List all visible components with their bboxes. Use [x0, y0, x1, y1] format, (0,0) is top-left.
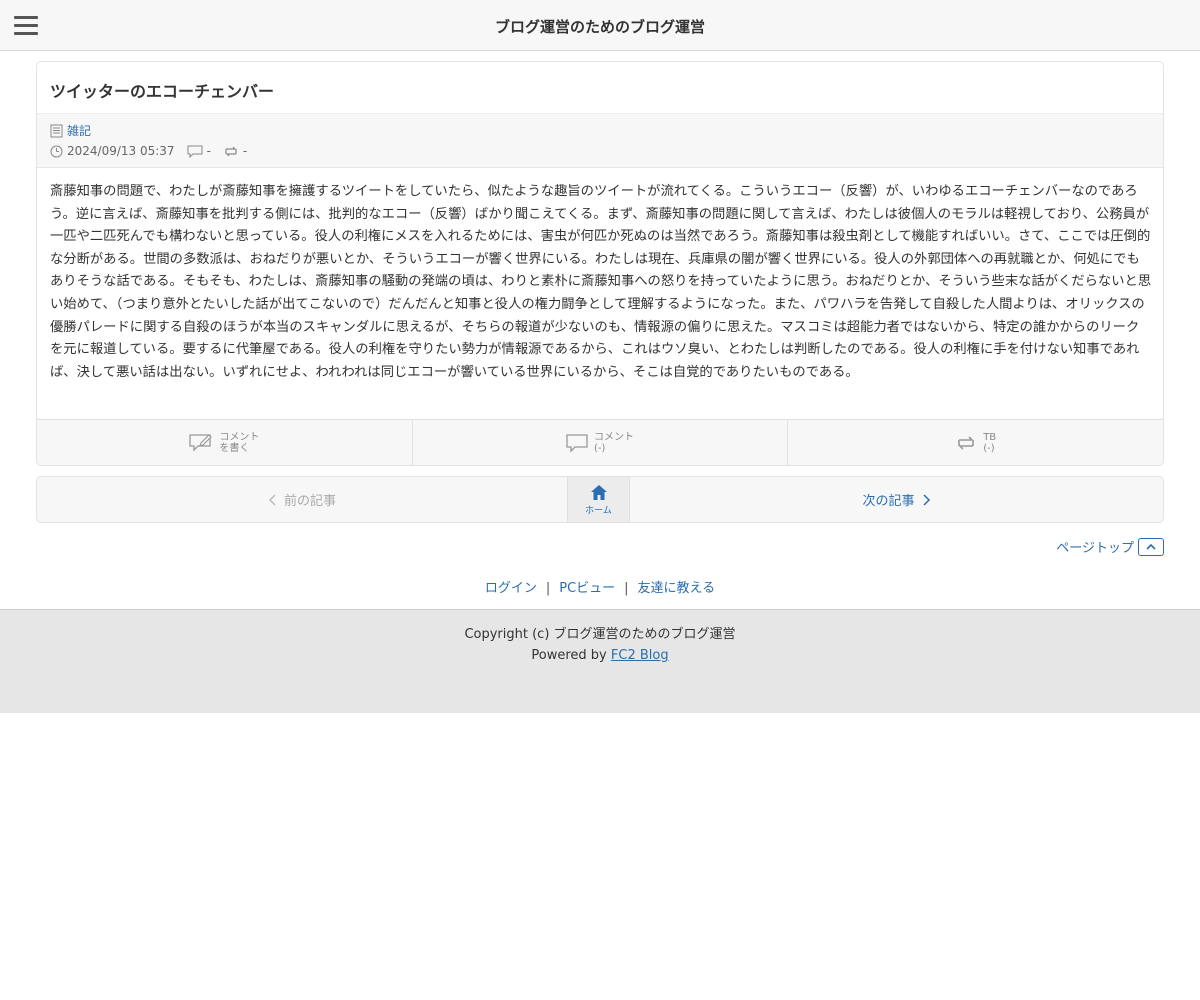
trackback-icon	[958, 436, 975, 450]
article-pager: 前の記事 ホーム 次の記事	[36, 476, 1164, 523]
entry-datetime: 2024/09/13 05:37	[67, 144, 175, 158]
document-icon	[50, 124, 63, 137]
link-separator: |	[624, 581, 629, 596]
comments-label-2: (-)	[594, 443, 606, 454]
pc-view-link[interactable]: PCビュー	[559, 581, 615, 596]
comment-count[interactable]: -	[207, 144, 211, 158]
page-top-link[interactable]: ページトップ	[1056, 537, 1164, 556]
entry-body: 斎藤知事の問題で、わたしが斎藤知事を擁護するツイートをしていたら、似たような趣旨…	[50, 184, 1152, 380]
comments-label-1: コメント	[594, 432, 634, 443]
clock-icon	[50, 145, 63, 157]
next-article-button[interactable]: 次の記事	[630, 477, 1163, 522]
entry-title[interactable]: ツイッターのエコーチェンバー	[50, 78, 274, 102]
entry-meta: 雑記 2024/09/13 05:37 - -	[37, 113, 1163, 168]
trackback-button[interactable]: TB (-)	[788, 420, 1163, 465]
login-link[interactable]: ログイン	[485, 581, 537, 596]
page-top-label[interactable]: ページトップ	[1056, 537, 1134, 556]
footer-links: ログイン | PCビュー | 友達に教える	[0, 577, 1200, 596]
entry-footer-bar: コメント を書く コメント (-) TB (-)	[37, 419, 1163, 465]
category-label[interactable]: 雑記	[67, 122, 91, 139]
next-article-label: 次の記事	[862, 494, 915, 509]
fc2-blog-link[interactable]: FC2 Blog	[611, 648, 669, 663]
chevron-right-icon	[922, 493, 930, 506]
tell-friend-link[interactable]: 友達に教える	[638, 581, 716, 596]
site-title[interactable]: ブログ運営のためのブログ運営	[0, 16, 1200, 37]
prev-article-button: 前の記事	[37, 477, 567, 522]
tb-label-2: (-)	[983, 443, 995, 454]
copyright-footer: Copyright (c) ブログ運営のためのブログ運営 Powered by …	[0, 609, 1200, 713]
link-separator: |	[545, 581, 551, 596]
category-link[interactable]: 雑記	[50, 122, 91, 139]
prev-article-label: 前の記事	[283, 494, 336, 509]
home-button[interactable]: ホーム	[567, 477, 630, 522]
write-comment-button[interactable]: コメント を書く	[37, 420, 413, 465]
write-comment-icon	[189, 434, 213, 452]
page-top-button[interactable]	[1138, 537, 1164, 556]
powered-by-prefix: Powered by	[531, 648, 607, 663]
meta-info: 2024/09/13 05:37 - -	[50, 144, 259, 158]
tb-label-1: TB	[983, 432, 997, 443]
chevron-up-icon	[1146, 543, 1156, 550]
top-bar: ブログ運営のためのブログ運営	[0, 0, 1200, 51]
comment-icon	[566, 433, 588, 453]
comment-icon	[187, 145, 203, 158]
copyright-text: Copyright (c) ブログ運営のためのブログ運営	[464, 627, 736, 642]
view-comments-button[interactable]: コメント (-)	[413, 420, 789, 465]
trackback-count[interactable]: -	[243, 144, 247, 158]
home-label: ホーム	[585, 505, 612, 516]
entry-card: ツイッターのエコーチェンバー 雑記 2024/09/13 05:37 - - 斎…	[36, 61, 1164, 466]
write-comment-label-1: コメント	[219, 432, 260, 443]
home-icon	[590, 484, 607, 500]
chevron-left-icon	[268, 493, 276, 506]
trackback-icon	[225, 146, 237, 156]
powered-by: Powered by FC2 Blog	[0, 648, 1200, 663]
write-comment-label-2: を書く	[219, 443, 250, 454]
